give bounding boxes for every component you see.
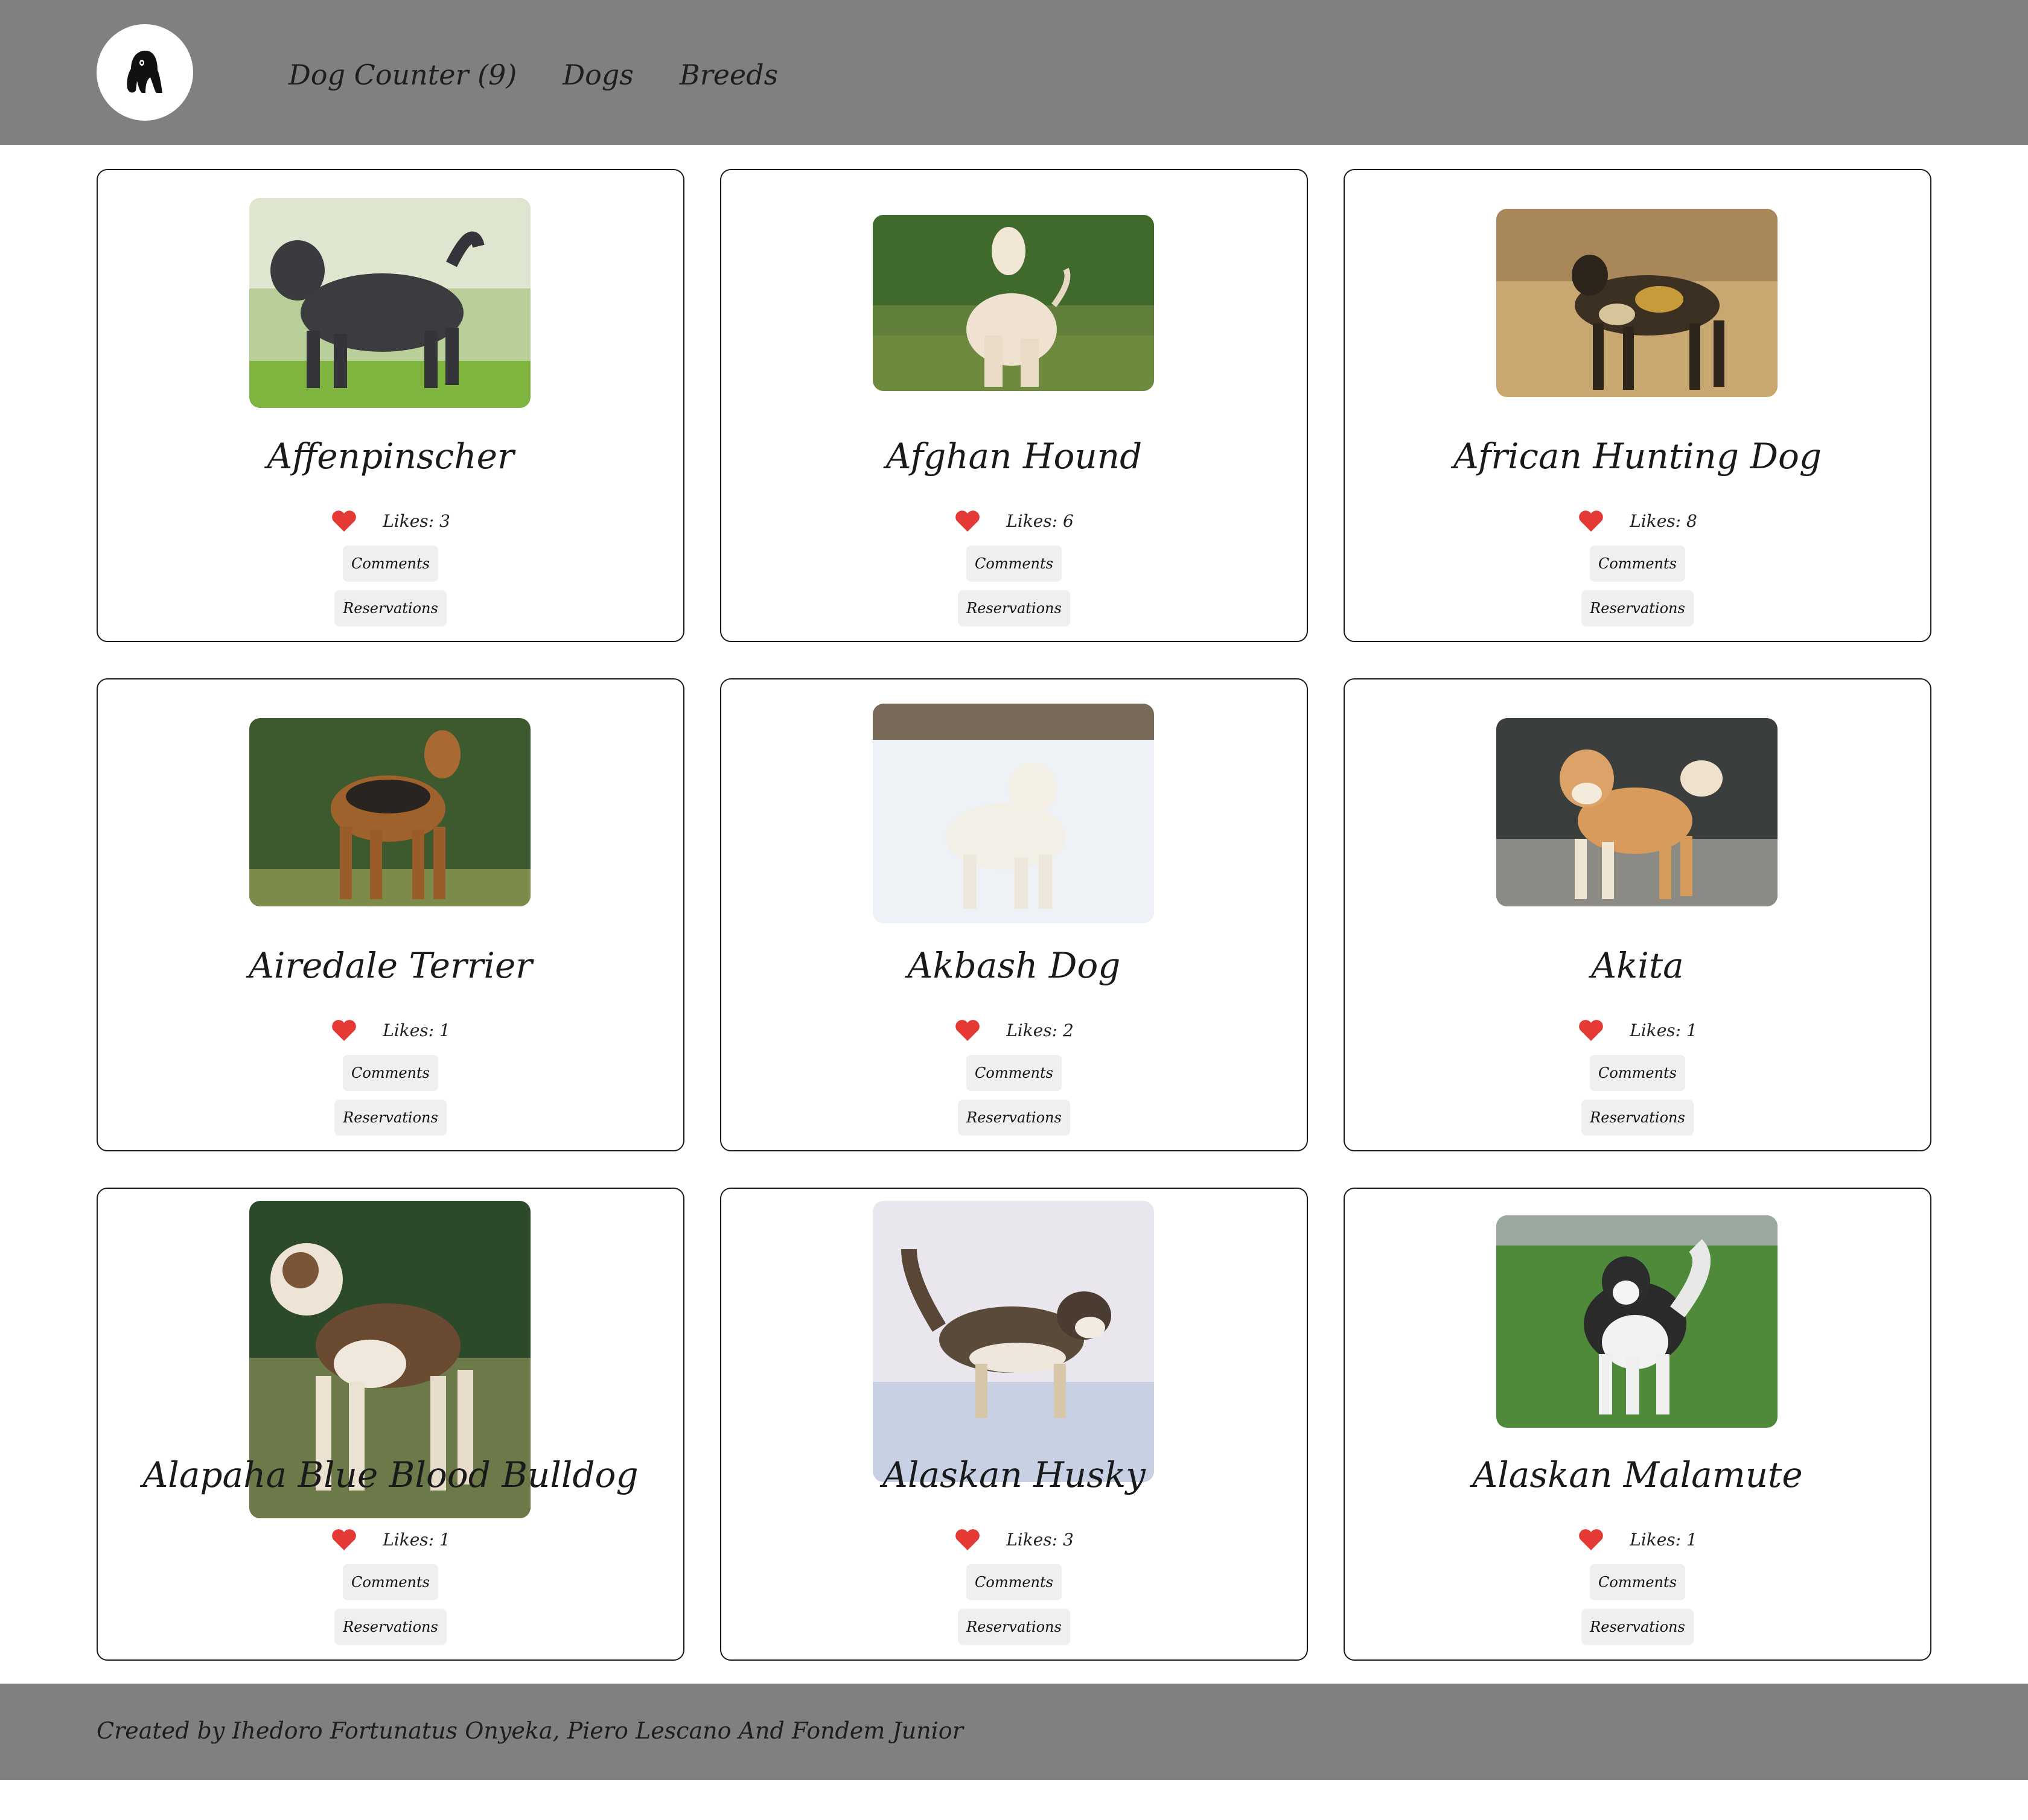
- dog-card: Alaskan Malamute Likes: 1 Comments Reser…: [1344, 1188, 1931, 1661]
- heart-icon[interactable]: [954, 1018, 981, 1042]
- dog-card: Alapaha Blue Blood Bulldog Likes: 1 Comm…: [97, 1188, 684, 1661]
- likes-row: Likes: 1: [98, 1526, 683, 1553]
- likes-row: Likes: 6: [721, 507, 1307, 535]
- dog-photo: [249, 718, 531, 906]
- likes-count: Likes: 3: [383, 511, 450, 531]
- dog-photo: [873, 1201, 1154, 1482]
- dog-photo: [249, 198, 531, 408]
- dog-card: Affenpinscher Likes: 3 Comments Reservat…: [97, 169, 684, 642]
- likes-row: Likes: 8: [1345, 507, 1930, 535]
- likes-count: Likes: 1: [383, 1020, 450, 1040]
- heart-icon[interactable]: [331, 1018, 357, 1042]
- heart-icon[interactable]: [1578, 1018, 1604, 1042]
- heart-icon[interactable]: [954, 509, 981, 533]
- comments-button[interactable]: Comments: [1590, 546, 1685, 582]
- reservations-button[interactable]: Reservations: [1581, 1609, 1694, 1645]
- likes-row: Likes: 1: [1345, 1526, 1930, 1553]
- likes-count: Likes: 1: [383, 1529, 450, 1550]
- dog-photo: [873, 215, 1154, 391]
- main-nav: Dog Counter (9) Dogs Breeds: [289, 51, 778, 99]
- dog-card: Afghan Hound Likes: 6 Comments Reservati…: [720, 169, 1308, 642]
- comments-button[interactable]: Comments: [343, 1564, 438, 1600]
- comments-button[interactable]: Comments: [343, 546, 438, 582]
- reservations-button[interactable]: Reservations: [334, 590, 447, 626]
- dog-card: Airedale Terrier Likes: 1 Comments Reser…: [97, 678, 684, 1151]
- likes-count: Likes: 6: [1006, 511, 1074, 531]
- reservations-button[interactable]: Reservations: [958, 590, 1070, 626]
- nav-dogs[interactable]: Dogs: [563, 59, 634, 91]
- dog-photo: [1496, 209, 1778, 397]
- nav-breeds[interactable]: Breeds: [680, 59, 778, 91]
- dog-name: African Hunting Dog: [1453, 436, 1822, 477]
- reservations-button[interactable]: Reservations: [1581, 1099, 1694, 1136]
- likes-row: Likes: 3: [98, 507, 683, 535]
- reservations-button[interactable]: Reservations: [1581, 590, 1694, 626]
- comments-button[interactable]: Comments: [343, 1055, 438, 1091]
- heart-icon[interactable]: [1578, 509, 1604, 533]
- dog-name: Akbash Dog: [907, 945, 1121, 986]
- dog-name: Alaskan Husky: [882, 1454, 1146, 1495]
- comments-button[interactable]: Comments: [1590, 1564, 1685, 1600]
- site-footer: Created by Ihedoro Fortunatus Onyeka, Pi…: [0, 1684, 2028, 1780]
- heart-icon[interactable]: [331, 1527, 357, 1551]
- likes-count: Likes: 2: [1006, 1020, 1074, 1040]
- dog-head-icon: [127, 51, 162, 93]
- reservations-button[interactable]: Reservations: [958, 1099, 1070, 1136]
- dog-card: Akbash Dog Likes: 2 Comments Reservation…: [720, 678, 1308, 1151]
- dog-name: Akita: [1591, 945, 1684, 986]
- likes-row: Likes: 3: [721, 1526, 1307, 1553]
- site-header: Dog Counter (9) Dogs Breeds: [0, 0, 2028, 145]
- footer-credit: Created by Ihedoro Fortunatus Onyeka, Pi…: [97, 1717, 963, 1744]
- likes-count: Likes: 1: [1630, 1529, 1697, 1550]
- dog-name: Affenpinscher: [267, 436, 514, 477]
- logo[interactable]: [97, 24, 193, 121]
- likes-row: Likes: 2: [721, 1016, 1307, 1044]
- heart-icon[interactable]: [1578, 1527, 1604, 1551]
- comments-button[interactable]: Comments: [966, 1564, 1062, 1600]
- dog-photo: [1496, 1215, 1778, 1428]
- dog-card: African Hunting Dog Likes: 8 Comments Re…: [1344, 169, 1931, 642]
- likes-count: Likes: 3: [1006, 1529, 1074, 1550]
- comments-button[interactable]: Comments: [1590, 1055, 1685, 1091]
- likes-count: Likes: 8: [1630, 511, 1697, 531]
- likes-row: Likes: 1: [1345, 1016, 1930, 1044]
- dog-card: Akita Likes: 1 Comments Reservations: [1344, 678, 1931, 1151]
- likes-row: Likes: 1: [98, 1016, 683, 1044]
- comments-button[interactable]: Comments: [966, 546, 1062, 582]
- reservations-button[interactable]: Reservations: [958, 1609, 1070, 1645]
- reservations-button[interactable]: Reservations: [334, 1099, 447, 1136]
- dog-photo: [873, 704, 1154, 923]
- dog-photo: [1496, 718, 1778, 906]
- nav-dog-counter[interactable]: Dog Counter (9): [289, 59, 517, 91]
- dog-name: Afghan Hound: [885, 436, 1143, 477]
- dog-card-grid: Affenpinscher Likes: 3 Comments Reservat…: [97, 169, 1931, 1661]
- likes-count: Likes: 1: [1630, 1020, 1697, 1040]
- dog-name: Alapaha Blue Blood Bulldog: [142, 1454, 639, 1495]
- dog-card: Alaskan Husky Likes: 3 Comments Reservat…: [720, 1188, 1308, 1661]
- heart-icon[interactable]: [331, 509, 357, 533]
- comments-button[interactable]: Comments: [966, 1055, 1062, 1091]
- dog-name: Alaskan Malamute: [1472, 1454, 1803, 1495]
- reservations-button[interactable]: Reservations: [334, 1609, 447, 1645]
- dog-name: Airedale Terrier: [248, 945, 533, 986]
- heart-icon[interactable]: [954, 1527, 981, 1551]
